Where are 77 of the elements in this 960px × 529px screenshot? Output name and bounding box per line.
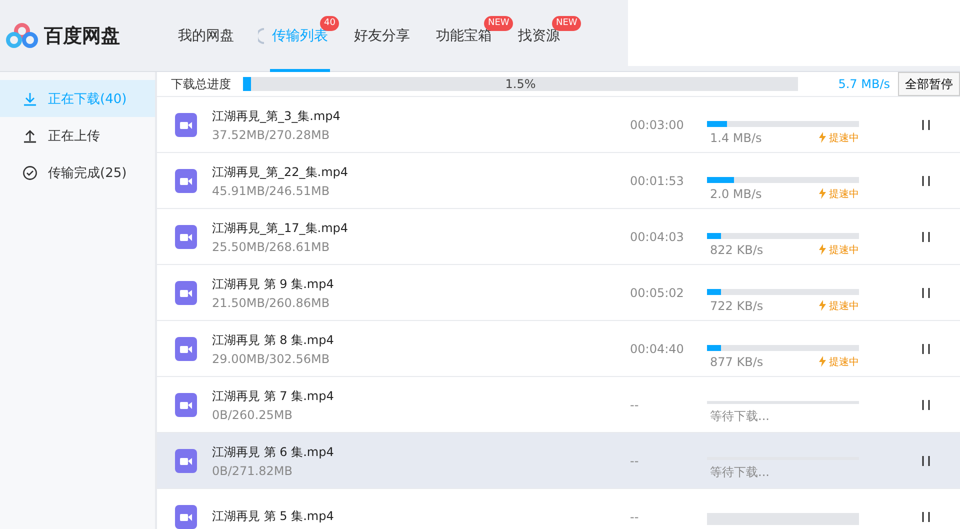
tab-badge: NEW xyxy=(484,16,514,30)
lightning-icon xyxy=(819,244,826,255)
file-name: 江湖再見 第 6 集.mp4 xyxy=(212,444,335,460)
progress-percent: 1.5% xyxy=(505,77,536,91)
download-row[interactable]: 江湖再見_第_3_集.mp4 37.52MB/270.28MB 00:03:00 1.4 MB/s 提速中 xyxy=(157,97,960,153)
total-speed: 5.7 MB/s xyxy=(838,77,890,91)
download-row[interactable]: 江湖再見 第 8 集.mp4 29.00MB/302.56MB 00:04:40 877 KB/s 提速中 xyxy=(157,321,960,377)
file-name: 江湖再見 第 9 集.mp4 xyxy=(212,276,335,292)
download-speed: 877 KB/s xyxy=(710,354,764,368)
pause-icon xyxy=(921,342,931,354)
cloud-logo-icon xyxy=(6,22,38,48)
pause-icon xyxy=(921,230,931,242)
speed-boost-status: 提速中 xyxy=(819,242,859,256)
lightning-icon xyxy=(819,356,826,367)
download-row[interactable]: 江湖再見 第 6 集.mp4 0B/271.82MB -- 等待下载... xyxy=(157,433,960,489)
download-speed: 822 KB/s xyxy=(710,242,764,256)
time-remaining: -- xyxy=(630,510,640,524)
file-size: 25.50MB/268.61MB xyxy=(212,240,331,254)
pause-icon xyxy=(921,510,931,522)
file-name: 江湖再見_第_22_集.mp4 xyxy=(212,164,350,180)
file-size: 37.52MB/270.28MB xyxy=(212,128,331,142)
time-remaining: 00:03:00 xyxy=(630,118,685,132)
download-speed: 2.0 MB/s xyxy=(710,186,762,200)
video-file-icon xyxy=(175,224,197,248)
download-icon xyxy=(22,90,38,106)
time-remaining: 00:04:03 xyxy=(630,230,685,244)
file-name: 江湖再見_第_17_集.mp4 xyxy=(212,220,350,236)
speed-boost-status: 提速中 xyxy=(819,186,859,200)
file-name: 江湖再見 第 5 集.mp4 xyxy=(212,508,335,525)
video-file-icon xyxy=(175,392,197,416)
time-remaining: -- xyxy=(630,454,640,468)
speed-boost-status: 提速中 xyxy=(819,130,859,144)
waiting-status: 等待下载... xyxy=(710,408,770,424)
pause-icon xyxy=(921,118,931,130)
video-file-icon xyxy=(175,280,197,304)
file-name: 江湖再見 第 8 集.mp4 xyxy=(212,332,335,348)
lightning-icon xyxy=(819,300,826,311)
speed-boost-status: 提速中 xyxy=(819,354,859,368)
waiting-status: 等待下载... xyxy=(710,464,770,480)
file-size: 21.50MB/260.86MB xyxy=(212,296,331,310)
time-remaining: -- xyxy=(630,398,640,412)
file-name: 江湖再見 第 7 集.mp4 xyxy=(212,388,335,404)
sidebar-item[interactable]: 正在上传 xyxy=(0,117,155,154)
download-row[interactable]: 江湖再見_第_17_集.mp4 25.50MB/268.61MB 00:04:03 822 KB/s 提速中 xyxy=(157,209,960,265)
file-size: 45.91MB/246.51MB xyxy=(212,184,331,198)
download-speed: 1.4 MB/s xyxy=(710,130,762,144)
pause-icon xyxy=(921,286,931,298)
speed-boost-status: 提速中 xyxy=(819,298,859,312)
time-remaining: 00:04:40 xyxy=(630,342,685,356)
lightning-icon xyxy=(819,132,826,143)
upload-icon xyxy=(22,128,38,144)
file-name: 江湖再見_第_3_集.mp4 xyxy=(212,108,342,124)
file-size: 29.00MB/302.56MB xyxy=(212,352,331,366)
total-progress-label: 下载总进度 xyxy=(171,76,231,92)
time-remaining: 00:01:53 xyxy=(630,174,685,188)
video-file-icon xyxy=(175,336,197,360)
nav-tab[interactable]: 好友分享 xyxy=(352,0,412,72)
download-row[interactable]: 江湖再見_第_22_集.mp4 45.91MB/246.51MB 00:01:53 2.0 MB/s 提速中 xyxy=(157,153,960,209)
app-name: 百度网盘 xyxy=(44,24,120,48)
pause-icon xyxy=(921,174,931,186)
download-speed: 722 KB/s xyxy=(710,298,764,312)
file-size: 0B/271.82MB xyxy=(212,464,294,478)
video-file-icon xyxy=(175,168,197,192)
pause-icon xyxy=(921,398,931,410)
time-remaining: 00:05:02 xyxy=(630,286,685,300)
check-circle-icon xyxy=(22,164,38,180)
pause-icon xyxy=(921,454,931,466)
sidebar-item[interactable]: 传输完成(25) xyxy=(0,154,155,191)
file-size: 0B/260.25MB xyxy=(212,408,294,422)
video-file-icon xyxy=(175,112,197,136)
nav-tab[interactable]: 我的网盘 xyxy=(176,0,236,72)
tab-badge: NEW xyxy=(552,16,582,30)
download-row[interactable]: 江湖再見 第 9 集.mp4 21.50MB/260.86MB 00:05:02 722 KB/s 提速中 xyxy=(157,265,960,321)
download-row[interactable]: 江湖再見 第 5 集.mp4 -- xyxy=(157,489,960,529)
pause-all-button[interactable]: 全部暂停 xyxy=(898,72,960,96)
video-file-icon xyxy=(175,448,197,472)
lightning-icon xyxy=(819,188,826,199)
